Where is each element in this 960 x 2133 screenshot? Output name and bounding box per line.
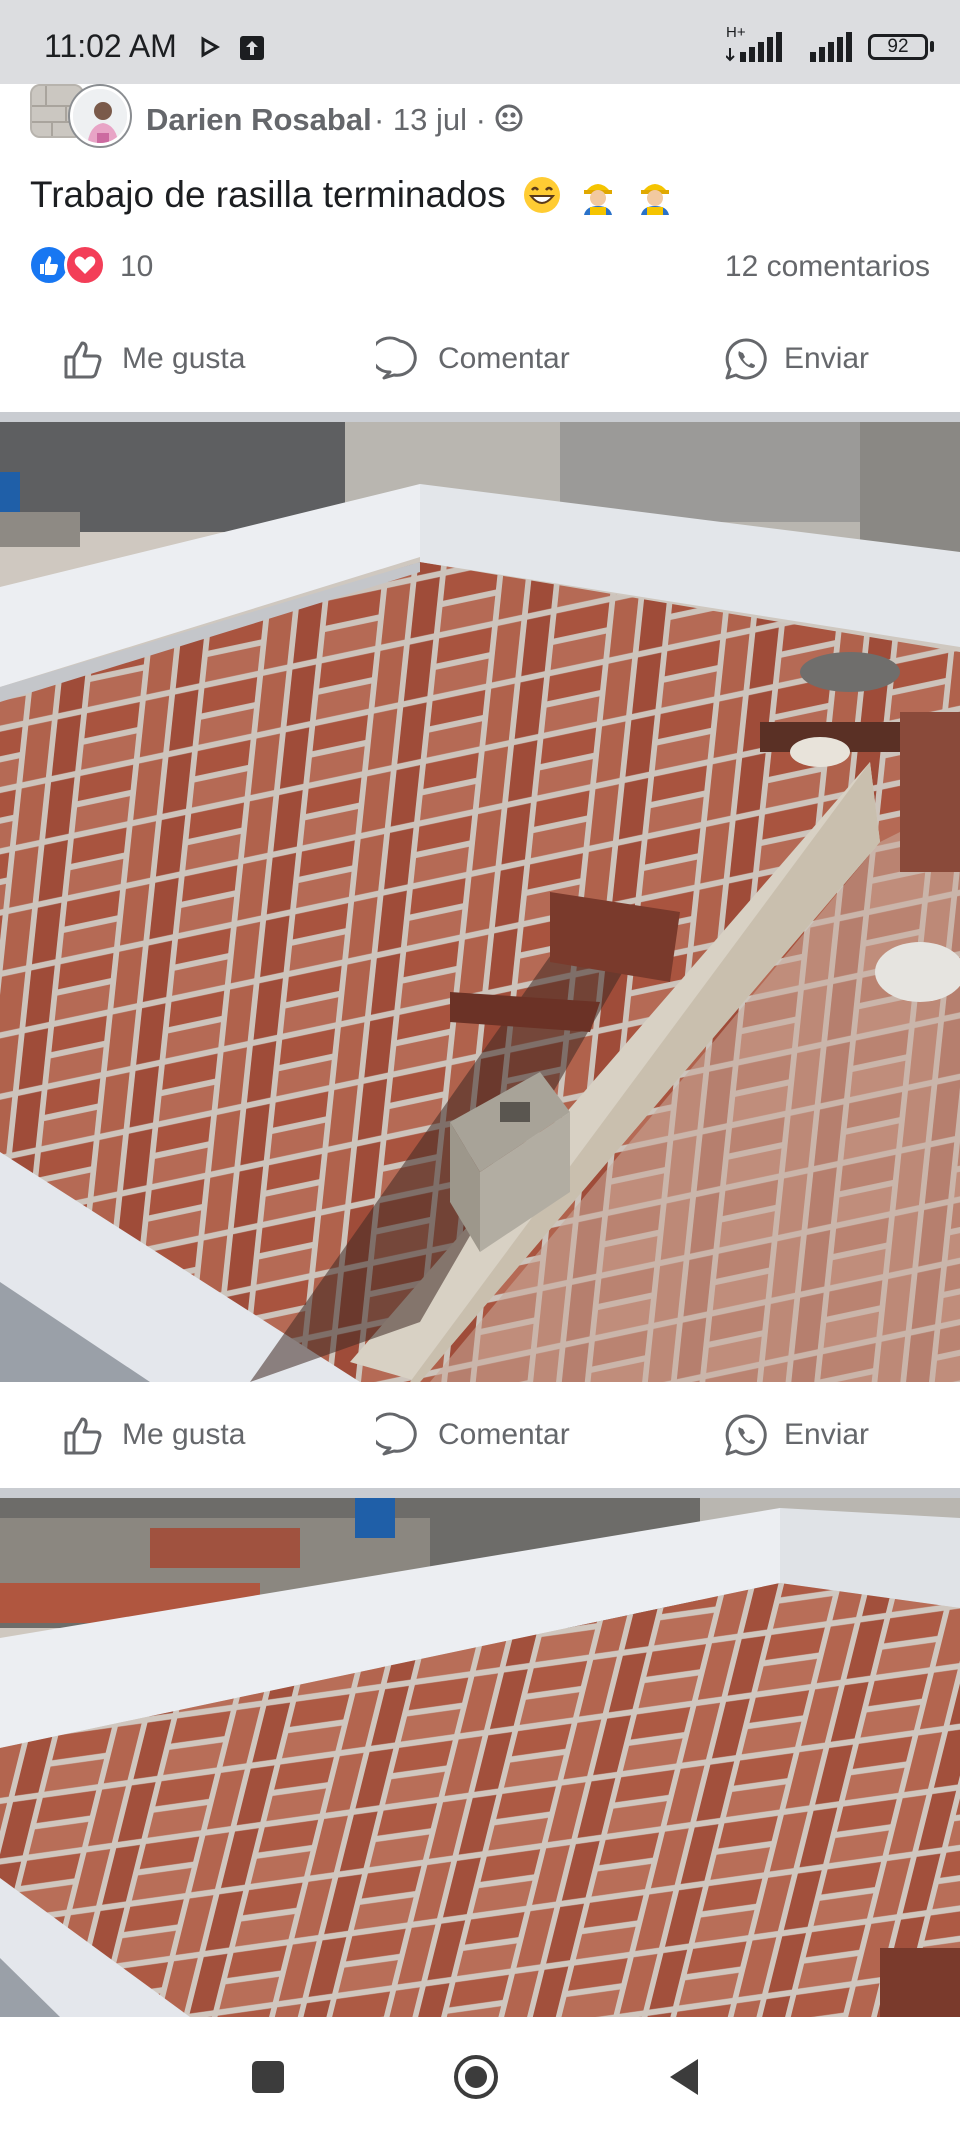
battery-level: 92 xyxy=(887,36,909,57)
thumbs-up-icon xyxy=(64,341,102,379)
whatsapp-icon xyxy=(725,1414,767,1456)
post-header: Darien Rosabal · 13 jul · xyxy=(0,84,960,156)
send-label: Enviar xyxy=(784,1418,870,1451)
friends-icon xyxy=(495,104,523,132)
comment-label: Comentar xyxy=(438,342,570,375)
post-date: · 13 jul · xyxy=(374,102,486,137)
status-bar: 11:02 AM H+ 92 xyxy=(0,0,960,84)
avatar[interactable] xyxy=(70,86,130,146)
post-text: Trabajo de rasilla terminados xyxy=(30,174,675,216)
comment-button[interactable]: Comentar xyxy=(376,332,570,386)
reaction-count: 10 xyxy=(120,250,154,283)
battery-icon: 92 xyxy=(868,34,928,60)
post-photo-2[interactable] xyxy=(0,1498,960,2017)
whatsapp-icon xyxy=(725,338,767,380)
like-label: Me gusta xyxy=(122,1418,246,1451)
send-button[interactable]: Enviar xyxy=(722,1408,869,1462)
comment-icon xyxy=(376,1412,417,1456)
grinning-emoji xyxy=(524,177,561,213)
construction-worker-emoji xyxy=(584,184,613,215)
post-text-content: Trabajo de rasilla terminados xyxy=(30,174,506,215)
send-button[interactable]: Enviar xyxy=(722,332,869,386)
signal-icon xyxy=(810,32,852,62)
like-label: Me gusta xyxy=(122,342,246,375)
photo-action-bar: Me gusta Comentar Enviar xyxy=(0,1398,960,1472)
home-icon[interactable] xyxy=(452,2053,500,2101)
like-button[interactable]: Me gusta xyxy=(60,332,245,386)
like-button[interactable]: Me gusta xyxy=(60,1408,245,1462)
signal-icon xyxy=(726,32,782,62)
author-name[interactable]: Darien Rosabal xyxy=(146,102,372,138)
comments-count[interactable]: 12 comentarios xyxy=(725,250,930,284)
post-action-bar: Me gusta Comentar Enviar xyxy=(0,322,960,396)
recent-apps-icon[interactable] xyxy=(244,2053,292,2101)
post-photo-1[interactable] xyxy=(0,422,960,1382)
comment-button[interactable]: Comentar xyxy=(376,1408,570,1462)
system-nav-bar xyxy=(0,2017,960,2133)
section-divider xyxy=(0,1488,960,1498)
comment-label: Comentar xyxy=(438,1418,570,1451)
love-reaction-icon xyxy=(64,244,106,286)
battery-tip xyxy=(930,41,934,52)
section-divider xyxy=(0,412,960,422)
thumbs-up-icon xyxy=(64,1417,102,1455)
upload-icon xyxy=(240,36,264,60)
play-icon xyxy=(201,36,220,58)
comment-icon xyxy=(376,336,417,380)
status-time: 11:02 AM xyxy=(44,28,177,64)
back-icon[interactable] xyxy=(660,2053,708,2101)
construction-worker-emoji xyxy=(640,184,669,215)
send-label: Enviar xyxy=(784,342,870,375)
